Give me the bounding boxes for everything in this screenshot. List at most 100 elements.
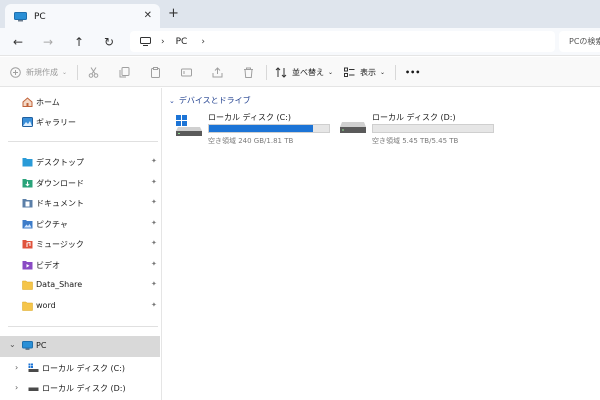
chevron-down-icon: ⌄ [169, 96, 175, 105]
downloads-folder-icon [22, 179, 33, 188]
drive-name: ローカル ディスク (C:) [208, 113, 292, 122]
more-button[interactable]: ••• [405, 64, 420, 80]
share-button[interactable] [212, 64, 223, 80]
chevron-right-icon[interactable]: › [15, 383, 18, 392]
drive-free-space: 空き領域 5.45 TB/5.45 TB [372, 137, 459, 145]
sidebar-item-drive-c[interactable]: › ローカル ディスク (C:) [0, 358, 160, 378]
sidebar-item-label: ローカル ディスク (D:) [42, 384, 126, 393]
more-icon: ••• [405, 67, 421, 77]
sidebar-item-documents[interactable]: ドキュメント ✦ [0, 193, 160, 213]
view-icon [344, 67, 355, 77]
home-icon [22, 97, 33, 107]
view-label: 表示 [360, 67, 376, 77]
pc-icon [22, 341, 33, 350]
pin-icon[interactable]: ✦ [151, 198, 157, 206]
refresh-button[interactable]: ↻ [101, 34, 117, 50]
sidebar-item-label: ミュージック [36, 240, 84, 249]
divider [8, 141, 158, 142]
pin-icon[interactable]: ✦ [151, 178, 157, 186]
devices-group-header[interactable]: ⌄ デバイスとドライブ [169, 95, 251, 106]
sidebar-item-label: ビデオ [36, 261, 60, 270]
breadcrumb-pc[interactable]: PC [176, 37, 188, 47]
search-input[interactable]: PCの検索 [559, 31, 600, 52]
share-icon [212, 66, 223, 77]
tab-pc[interactable]: PC ✕ [5, 4, 160, 29]
close-icon[interactable]: ✕ [144, 10, 152, 21]
sidebar-item-pc[interactable]: ⌄ PC [0, 336, 160, 357]
pin-icon[interactable]: ✦ [151, 239, 157, 247]
view-button[interactable]: 表示 ⌄ [344, 64, 385, 80]
sidebar-item-pictures[interactable]: ピクチャ ✦ [0, 214, 160, 234]
divider [77, 65, 78, 80]
pin-icon[interactable]: ✦ [151, 157, 157, 165]
rename-icon [181, 68, 192, 76]
cut-button[interactable] [88, 64, 99, 80]
capacity-bar [372, 124, 494, 133]
sidebar-item-videos[interactable]: ビデオ ✦ [0, 255, 160, 275]
command-bar: 新規作成 ⌄ 並べ替え ⌄ 表示 ⌄ ••• [0, 57, 600, 87]
documents-folder-icon [22, 199, 33, 208]
forward-button[interactable]: → [40, 34, 56, 50]
breadcrumb-separator[interactable]: › [201, 37, 205, 47]
sidebar-item-desktop[interactable]: デスクトップ ✦ [0, 152, 160, 172]
copy-button[interactable] [119, 64, 130, 80]
pin-icon[interactable]: ✦ [151, 219, 157, 227]
delete-button[interactable] [243, 64, 254, 80]
paste-icon [151, 66, 160, 78]
sidebar-item-word[interactable]: word ✦ [0, 296, 160, 316]
new-button[interactable]: 新規作成 ⌄ [10, 64, 67, 80]
navigation-pane: ホーム ギャラリー デスクトップ ✦ ダウンロード ✦ ドキュメント ✦ ピクチ… [0, 88, 162, 400]
up-button[interactable]: ↑ [71, 34, 87, 50]
pc-icon [14, 11, 27, 21]
address-toolbar: ← → ↑ ↻ › PC › PCの検索 [0, 28, 600, 56]
capacity-bar-fill [209, 125, 314, 132]
sidebar-item-label: ホーム [36, 98, 60, 107]
sort-icon [275, 66, 287, 78]
pin-icon[interactable]: ✦ [151, 260, 157, 268]
sidebar-item-home[interactable]: ホーム [0, 92, 160, 112]
drive-icon [340, 122, 366, 133]
trash-icon [244, 67, 253, 78]
system-drive-icon [176, 115, 202, 136]
chevron-down-icon[interactable]: ⌄ [9, 340, 16, 349]
sidebar-item-drive-d[interactable]: › ローカル ディスク (D:) [0, 378, 160, 398]
group-title: デバイスとドライブ [178, 96, 251, 105]
sidebar-item-label: ドキュメント [36, 199, 84, 208]
tab-title: PC [34, 11, 46, 22]
sidebar-item-label: word [36, 301, 56, 310]
pictures-folder-icon [22, 220, 33, 229]
address-bar[interactable]: › PC › [130, 31, 555, 52]
sidebar-item-label: ピクチャ [36, 220, 68, 229]
pc-outline-icon [140, 37, 151, 46]
sort-button[interactable]: 並べ替え ⌄ [275, 64, 333, 80]
sort-label: 並べ替え [292, 67, 324, 77]
chevron-right-icon[interactable]: › [15, 363, 18, 372]
sidebar-item-label: デスクトップ [36, 158, 84, 167]
drive-tile-d[interactable]: ローカル ディスク (D:) 空き領域 5.45 TB/5.45 TB [339, 110, 499, 145]
divider [8, 326, 158, 327]
sidebar-item-gallery[interactable]: ギャラリー [0, 112, 160, 132]
sidebar-item-downloads[interactable]: ダウンロード ✦ [0, 173, 160, 193]
folder-icon [22, 301, 33, 311]
divider [395, 65, 396, 80]
sidebar-item-music[interactable]: ミュージック ✦ [0, 234, 160, 254]
sidebar-item-label: ギャラリー [36, 118, 76, 127]
content-pane: ⌄ デバイスとドライブ ローカル ディスク (C:) 空き領域 240 GB/1… [163, 88, 600, 400]
breadcrumb-separator[interactable]: › [161, 37, 165, 47]
rename-button[interactable] [181, 64, 192, 80]
drive-tile-c[interactable]: ローカル ディスク (C:) 空き領域 240 GB/1.81 TB [175, 110, 335, 145]
drive-name: ローカル ディスク (D:) [372, 113, 456, 122]
new-tab-button[interactable]: + [168, 7, 179, 20]
sidebar-item-label: ローカル ディスク (C:) [42, 364, 126, 373]
drive-icon [28, 387, 39, 391]
paste-button[interactable] [150, 64, 161, 80]
sidebar-item-data-share[interactable]: Data_Share ✦ [0, 275, 160, 295]
system-drive-icon [28, 363, 39, 372]
pin-icon[interactable]: ✦ [151, 301, 157, 309]
videos-folder-icon [22, 261, 33, 270]
plus-circle-icon [10, 66, 21, 78]
chevron-down-icon: ⌄ [380, 68, 386, 76]
pin-icon[interactable]: ✦ [151, 280, 157, 288]
chevron-down-icon: ⌄ [62, 68, 68, 76]
back-button[interactable]: ← [10, 34, 26, 50]
